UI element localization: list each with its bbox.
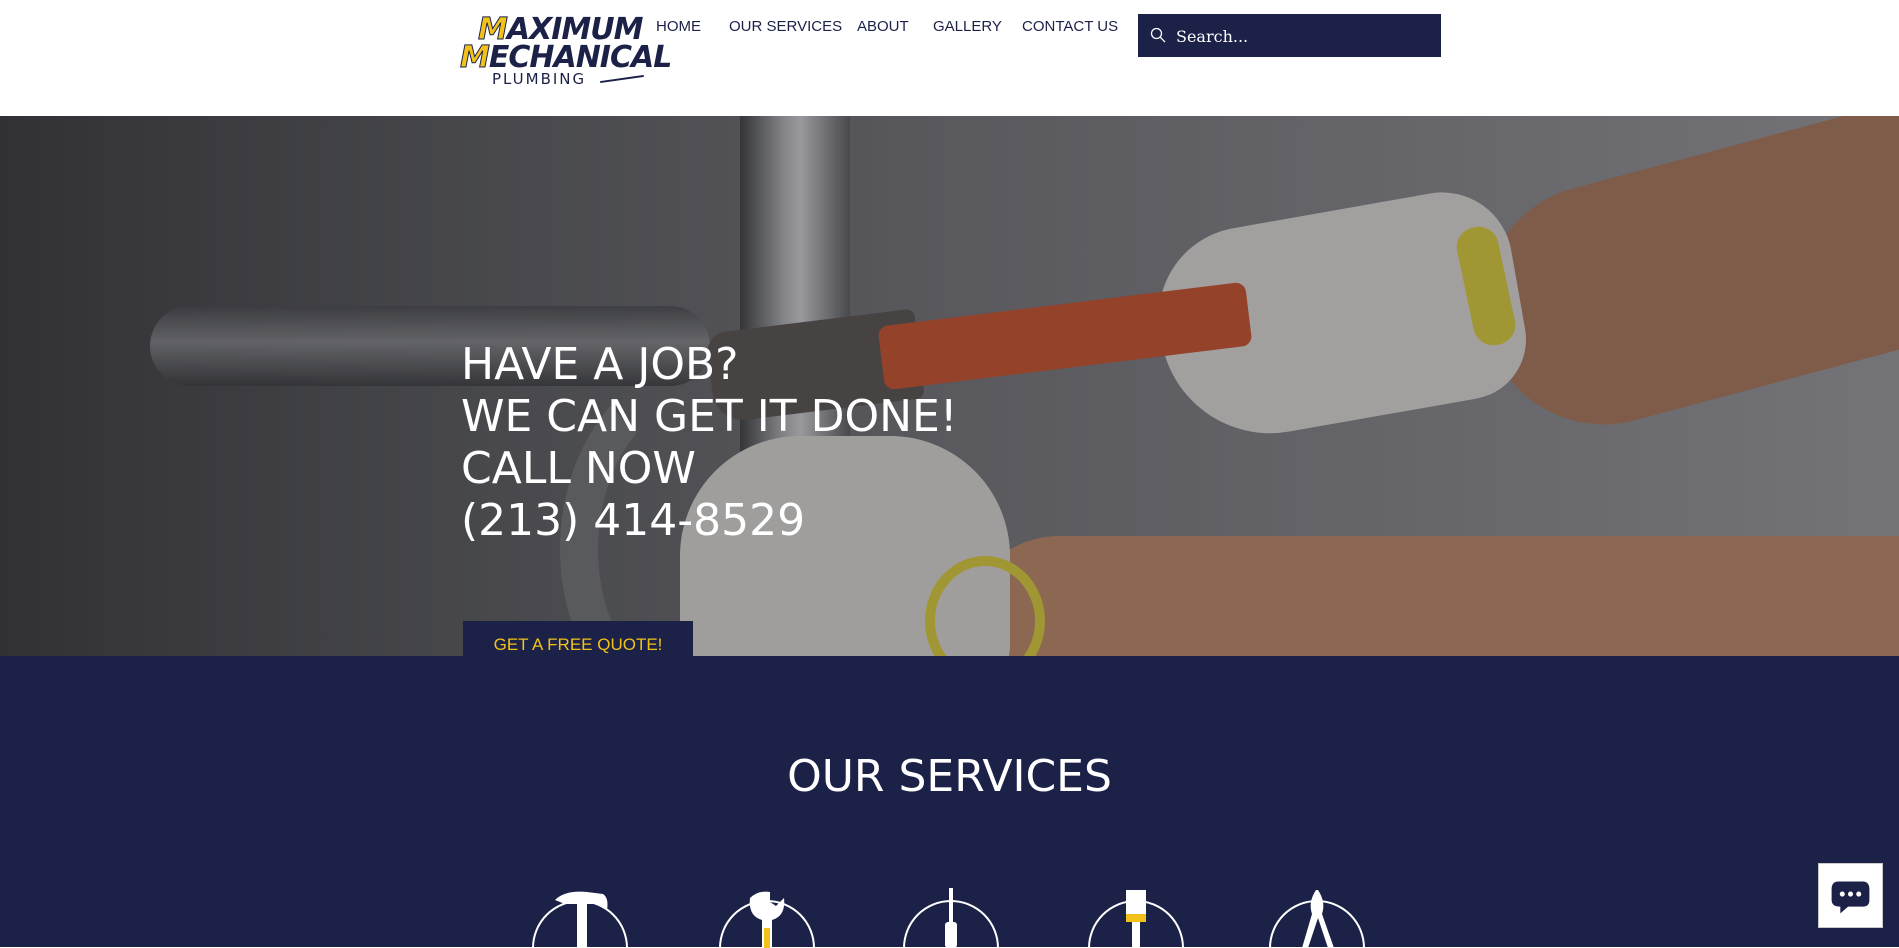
nav-our-services[interactable]: OUR SERVICES [729,18,842,35]
search-input[interactable] [1174,21,1433,52]
headline-line: CALL NOW [461,443,696,494]
services-title: OUR SERVICES [787,751,1112,802]
hero-headline: HAVE A JOB? WE CAN GET IT DONE! CALL NOW… [461,339,957,547]
logo-text-line3: PLUMBING [492,70,587,88]
search-bar[interactable] [1138,14,1441,57]
wrench-icon[interactable] [712,888,822,948]
nav-home[interactable]: HOME [656,18,701,35]
hammer-icon[interactable] [525,888,635,948]
pliers-icon[interactable] [1262,888,1372,948]
nav-about[interactable]: ABOUT [857,18,909,35]
hero-banner: HAVE A JOB? WE CAN GET IT DONE! CALL NOW… [0,116,1899,656]
chat-icon[interactable] [1819,864,1882,927]
search-icon[interactable] [1150,27,1166,43]
site-header: MAXIMUM MECHANICAL PLUMBING HOME OUR SER… [0,0,1899,116]
logo-initial: M [460,40,491,76]
headline-line: WE CAN GET IT DONE! [461,391,958,442]
free-quote-button[interactable]: GET A FREE QUOTE! [463,621,693,656]
phone-number[interactable]: (213) 414-8529 [461,495,957,547]
nav-contact-us[interactable]: CONTACT US [1022,18,1118,35]
paint-brush-icon[interactable] [1081,888,1191,948]
logo-tool-graphic [600,74,644,84]
company-logo[interactable]: MAXIMUM MECHANICAL PLUMBING [460,10,673,90]
headline-line: HAVE A JOB? [461,339,739,390]
services-section: OUR SERVICES [0,656,1899,948]
screwdriver-icon[interactable] [896,888,1006,948]
chat-widget-button[interactable] [1818,863,1883,928]
nav-gallery[interactable]: GALLERY [933,18,1002,35]
